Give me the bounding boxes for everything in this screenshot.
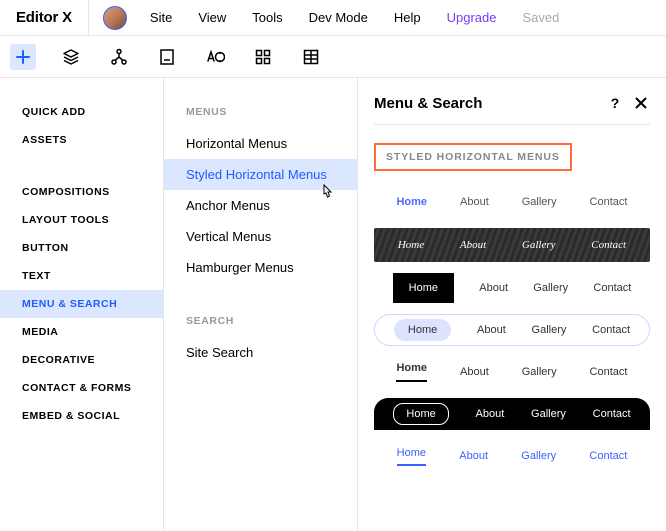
page-button[interactable] [154,44,180,70]
mid-heading-search: SEARCH [164,309,357,337]
preview-style-6[interactable]: Home About Gallery Contact [374,398,650,430]
menu-help[interactable]: Help [381,10,434,25]
menu-site[interactable]: Site [137,10,185,25]
preview-style-3[interactable]: Home About Gallery Contact [374,271,650,305]
table-icon [303,49,319,65]
nav-item: Gallery [531,408,566,420]
sidebar-item-media[interactable]: MEDIA [0,318,163,346]
nav-item: Contact [590,366,628,378]
sidebar-item-contactforms[interactable]: CONTACT & FORMS [0,374,163,402]
mid-item-label: Styled Horizontal Menus [186,167,327,182]
nav-item: Home [396,196,427,208]
preview-style-5[interactable]: Home About Gallery Contact [374,355,650,389]
sidebar-item-decorative[interactable]: DECORATIVE [0,346,163,374]
help-button[interactable]: ? [606,94,624,112]
section-label-highlight: STYLED HORIZONTAL MENUS [374,143,572,171]
nav-item: About [460,366,489,378]
nav-item: Gallery [522,366,557,378]
nav-item: Gallery [533,282,568,294]
plus-icon [15,49,31,65]
panel-title: Menu & Search [374,95,598,112]
preview-style-2[interactable]: Home About Gallery Contact [374,228,650,262]
nav-item: Home [394,319,451,341]
mid-sidebar: MENUS Horizontal Menus Styled Horizontal… [164,78,358,531]
nav-item: About [460,239,486,251]
text-style-icon [205,49,225,65]
nav-item: Contact [591,239,626,251]
panel-header: Menu & Search ? [374,94,650,125]
apps-button[interactable] [250,44,276,70]
main: QUICK ADD ASSETS COMPOSITIONS LAYOUT TOO… [0,78,666,531]
nav-item: Home [397,447,426,466]
menu-tools[interactable]: Tools [239,10,295,25]
menu-view[interactable]: View [185,10,239,25]
mid-heading-menus: MENUS [164,100,357,128]
menu-upgrade[interactable]: Upgrade [434,10,510,25]
close-button[interactable] [632,94,650,112]
add-button[interactable] [10,44,36,70]
menu-saved: Saved [510,10,573,25]
sidebar-item-embedsocial[interactable]: EMBED & SOCIAL [0,402,163,430]
preview-style-7[interactable]: Home About Gallery Contact [374,439,650,473]
nav-item: Contact [589,450,627,462]
layers-button[interactable] [58,44,84,70]
section-label: STYLED HORIZONTAL MENUS [386,151,560,163]
nav-item: Gallery [532,324,567,336]
preview-list: Home About Gallery Contact Home About Ga… [374,185,650,473]
close-icon [634,96,648,110]
help-icon: ? [611,95,620,111]
mid-item-anchor[interactable]: Anchor Menus [164,190,357,221]
nav-item: About [476,408,505,420]
tree-button[interactable] [106,44,132,70]
sidebar-item-assets[interactable]: ASSETS [0,126,163,154]
nav-item: About [460,196,489,208]
nav-item: Contact [593,408,631,420]
grid-icon [255,49,271,65]
topbar: Editor X Site View Tools Dev Mode Help U… [0,0,666,36]
app-logo: Editor X [0,0,89,35]
nav-item: Gallery [521,450,556,462]
table-button[interactable] [298,44,324,70]
mid-item-vertical[interactable]: Vertical Menus [164,221,357,252]
nav-item: Home [398,239,424,251]
sidebar-item-menusearch[interactable]: MENU & SEARCH [0,290,163,318]
preview-style-1[interactable]: Home About Gallery Contact [374,185,650,219]
mid-item-sitesearch[interactable]: Site Search [164,337,357,368]
mid-item-styled-horizontal[interactable]: Styled Horizontal Menus [164,159,357,190]
nav-item: About [459,450,488,462]
toolbar [0,36,666,78]
mid-item-hamburger[interactable]: Hamburger Menus [164,252,357,283]
sidebar-item-layouttools[interactable]: LAYOUT TOOLS [0,206,163,234]
nav-item: Contact [592,324,630,336]
preview-style-4[interactable]: Home About Gallery Contact [374,314,650,346]
left-sidebar: QUICK ADD ASSETS COMPOSITIONS LAYOUT TOO… [0,78,164,531]
page-icon [159,48,175,66]
sidebar-item-quickadd[interactable]: QUICK ADD [0,98,163,126]
mid-item-horizontal[interactable]: Horizontal Menus [164,128,357,159]
sidebar-item-button[interactable]: BUTTON [0,234,163,262]
nav-item: Home [396,362,427,382]
menu-devmode[interactable]: Dev Mode [296,10,381,25]
nav-item: Gallery [522,196,557,208]
nav-item: Contact [593,282,631,294]
nav-item: About [477,324,506,336]
text-style-button[interactable] [202,44,228,70]
nav-item: About [479,282,508,294]
right-panel: Menu & Search ? STYLED HORIZONTAL MENUS … [358,78,666,531]
layers-icon [62,48,80,66]
sidebar-item-text[interactable]: TEXT [0,262,163,290]
nav-item: Gallery [522,239,556,251]
nav-item: Home [393,273,454,303]
nav-item: Contact [590,196,628,208]
tree-icon [110,48,128,66]
avatar[interactable] [103,6,127,30]
nav-item: Home [393,403,448,425]
sidebar-item-compositions[interactable]: COMPOSITIONS [0,178,163,206]
